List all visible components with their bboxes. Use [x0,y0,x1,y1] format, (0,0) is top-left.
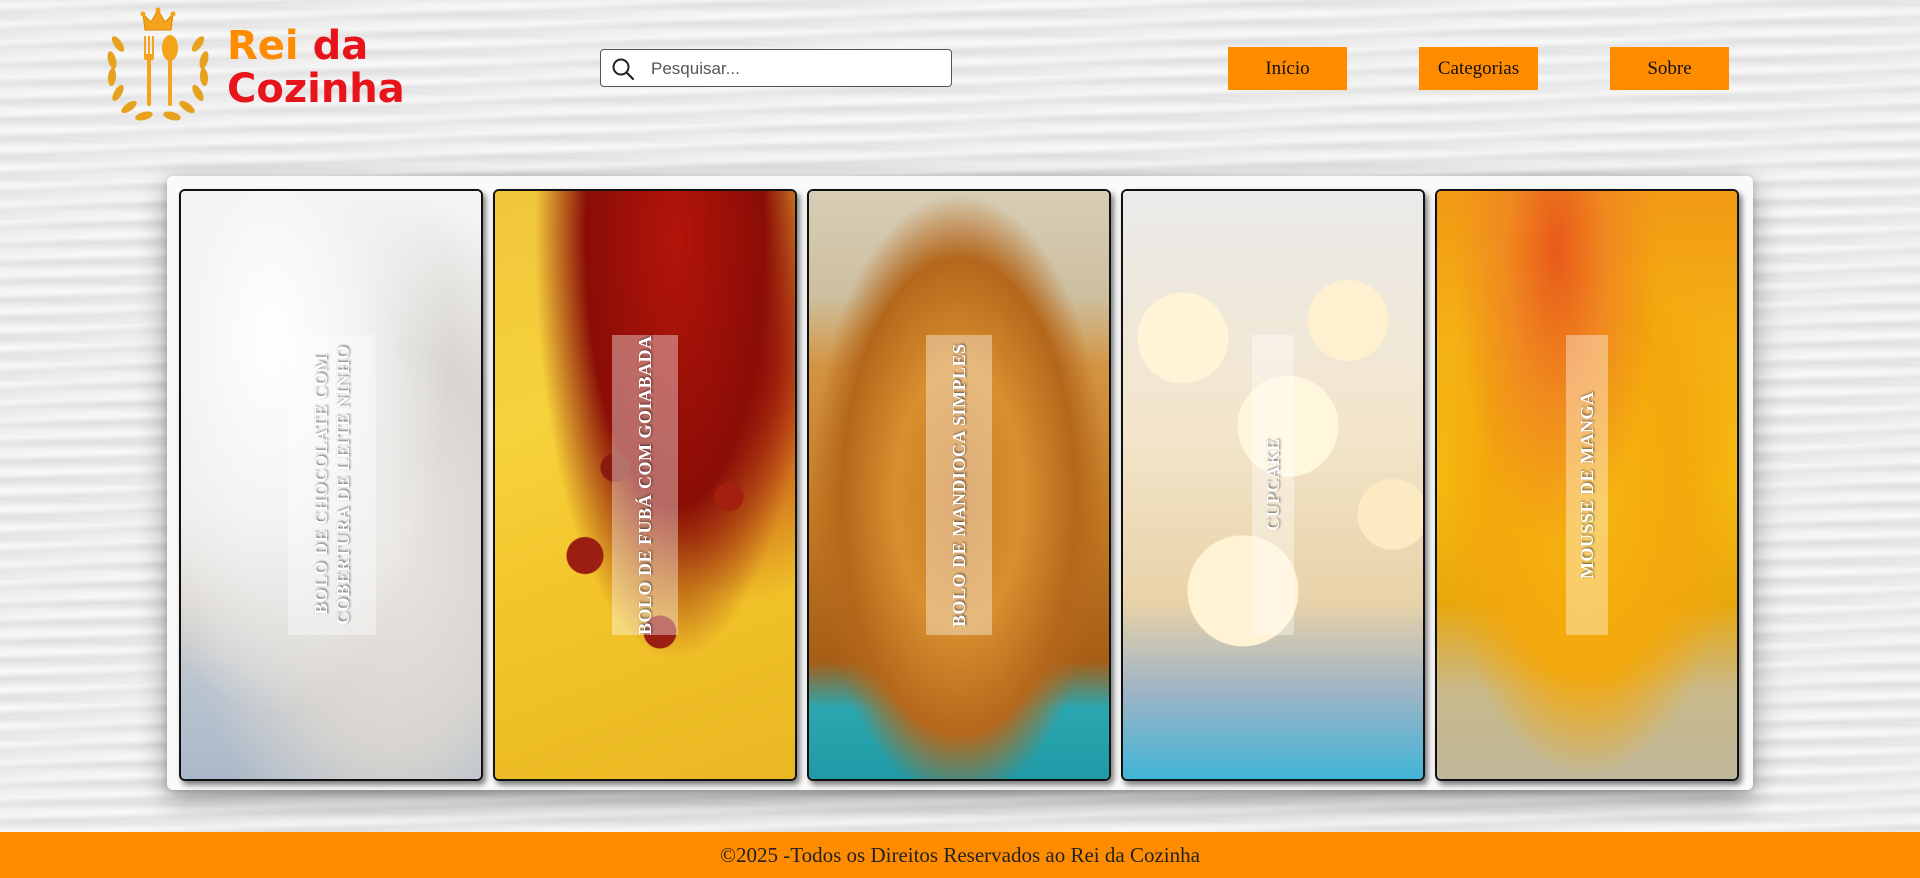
recipe-gallery: BOLO DE CHOCOLATE COM COBERTURA DE LEITE… [167,176,1753,790]
logo[interactable]: Rei da Cozinha [100,4,430,132]
nav-categorias-button[interactable]: Categorias [1419,47,1538,90]
brand-name: Rei da Cozinha [227,25,405,111]
recipe-title: MOUSSE DE MANGA [1577,391,1597,579]
recipe-title: BOLO DE CHOCOLATE COM COBERTURA DE LEITE… [311,345,353,625]
site-footer: ©2025 -Todos os Direitos Reservados ao R… [0,832,1920,878]
recipe-title: BOLO DE FUBÁ COM GOIABADA [635,335,655,635]
footer-copyright: ©2025 -Todos os Direitos Reservados ao R… [720,842,1200,867]
site-header: Rei da Cozinha Início Categorias Sobre [0,0,1920,140]
brand-name-line2: Cozinha [227,66,405,112]
search-icon [612,58,635,81]
search-input[interactable] [649,54,943,84]
recipe-title: CUPCAKE [1263,438,1283,532]
recipe-card-cupcake[interactable]: CUPCAKE [1121,189,1425,781]
search-bar[interactable] [600,49,952,87]
recipe-card-mousse-manga[interactable]: MOUSSE DE MANGA [1435,189,1739,781]
recipe-card-bolo-mandioca[interactable]: BOLO DE MANDIOCA SIMPLES [807,189,1111,781]
brand-name-part2: da [312,23,369,69]
crown-fork-spoon-laurel-icon [107,7,209,121]
recipe-title: BOLO DE MANDIOCA SIMPLES [949,343,969,627]
recipe-card-bolo-fuba-goiabada[interactable]: BOLO DE FUBÁ COM GOIABADA [493,189,797,781]
recipe-card-bolo-chocolate-leite-ninho[interactable]: BOLO DE CHOCOLATE COM COBERTURA DE LEITE… [179,189,483,781]
brand-name-part1: Rei [227,23,299,69]
nav-inicio-button[interactable]: Início [1228,47,1347,90]
nav-sobre-button[interactable]: Sobre [1610,47,1729,90]
